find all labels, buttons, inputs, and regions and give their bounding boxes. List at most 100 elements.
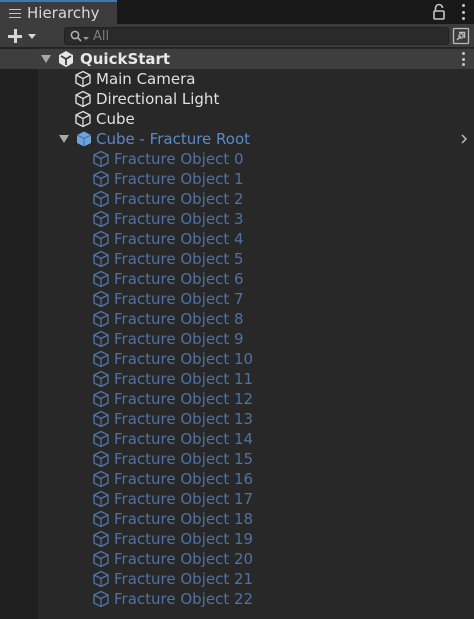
prefab-child-cube-icon — [93, 250, 109, 268]
hierarchy-child-label: Fracture Object 20 — [114, 550, 254, 568]
hierarchy-item[interactable]: Main Camera — [0, 69, 474, 89]
scene-label: QuickStart — [80, 50, 171, 68]
prefab-root-label: Cube - Fracture Root — [96, 130, 251, 148]
tab-bar: Hierarchy — [0, 0, 474, 24]
prefab-child-cube-icon — [93, 530, 109, 548]
hierarchy-child-item[interactable]: Fracture Object 3 — [0, 209, 474, 229]
list-icon — [9, 8, 21, 19]
hierarchy-child-item[interactable]: Fracture Object 10 — [0, 349, 474, 369]
gameobject-cube-icon — [75, 110, 91, 128]
hierarchy-child-item[interactable]: Fracture Object 6 — [0, 269, 474, 289]
hierarchy-child-item[interactable]: Fracture Object 18 — [0, 509, 474, 529]
hierarchy-child-item[interactable]: Fracture Object 15 — [0, 449, 474, 469]
hierarchy-child-label: Fracture Object 3 — [114, 210, 244, 228]
hierarchy-child-item[interactable]: Fracture Object 19 — [0, 529, 474, 549]
hierarchy-item-label: Cube — [96, 110, 135, 128]
prefab-child-cube-icon — [93, 350, 109, 368]
prefab-child-cube-icon — [93, 490, 109, 508]
hierarchy-child-item[interactable]: Fracture Object 14 — [0, 429, 474, 449]
prefab-child-cube-icon — [93, 170, 109, 188]
prefab-child-cube-icon — [93, 590, 109, 608]
search-input[interactable] — [93, 28, 448, 44]
prefab-child-cube-icon — [93, 190, 109, 208]
search-icon — [70, 30, 82, 42]
hierarchy-child-label: Fracture Object 13 — [114, 410, 254, 428]
hierarchy-item-label: Directional Light — [96, 90, 220, 108]
prefab-child-cube-icon — [93, 390, 109, 408]
prefab-child-cube-icon — [93, 450, 109, 468]
hierarchy-child-item[interactable]: Fracture Object 7 — [0, 289, 474, 309]
toolbar — [0, 24, 474, 48]
hierarchy-tree: QuickStart Main Camera Directional Light C… — [0, 48, 474, 619]
prefab-child-cube-icon — [93, 330, 109, 348]
hierarchy-item-label: Main Camera — [96, 70, 196, 88]
hierarchy-child-item[interactable]: Fracture Object 0 — [0, 149, 474, 169]
hierarchy-child-item[interactable]: Fracture Object 2 — [0, 189, 474, 209]
create-button[interactable] — [4, 26, 40, 46]
hierarchy-child-item[interactable]: Fracture Object 22 — [0, 589, 474, 609]
scene-menu-icon[interactable] — [460, 52, 466, 66]
lock-icon[interactable] — [432, 3, 446, 21]
prefab-root-row[interactable]: Cube - Fracture Root — [0, 129, 474, 149]
gameobject-cube-icon — [75, 90, 91, 108]
hierarchy-child-label: Fracture Object 17 — [114, 490, 254, 508]
search-field[interactable] — [64, 27, 449, 45]
prefab-child-cube-icon — [93, 430, 109, 448]
plus-icon — [7, 28, 23, 44]
prefab-child-cube-icon — [93, 270, 109, 288]
hierarchy-child-label: Fracture Object 12 — [114, 390, 254, 408]
hierarchy-child-label: Fracture Object 18 — [114, 510, 254, 528]
foldout-arrow-icon[interactable] — [41, 55, 51, 63]
hierarchy-child-item[interactable]: Fracture Object 16 — [0, 469, 474, 489]
prefab-child-cube-icon — [93, 510, 109, 528]
hierarchy-child-item[interactable]: Fracture Object 13 — [0, 409, 474, 429]
hierarchy-child-label: Fracture Object 5 — [114, 250, 244, 268]
search-options-icon[interactable] — [83, 36, 89, 40]
hierarchy-child-label: Fracture Object 16 — [114, 470, 254, 488]
hierarchy-child-label: Fracture Object 1 — [114, 170, 244, 188]
hierarchy-child-item[interactable]: Fracture Object 21 — [0, 569, 474, 589]
chevron-down-icon — [28, 33, 36, 39]
hierarchy-child-item[interactable]: Fracture Object 11 — [0, 369, 474, 389]
gameobject-cube-icon — [75, 70, 91, 88]
foldout-arrow-icon[interactable] — [59, 135, 69, 143]
hierarchy-child-item[interactable]: Fracture Object 8 — [0, 309, 474, 329]
prefab-child-cube-icon — [93, 210, 109, 228]
prefab-child-cube-icon — [93, 370, 109, 388]
prefab-child-cube-icon — [93, 570, 109, 588]
hierarchy-child-label: Fracture Object 21 — [114, 570, 254, 588]
scene-row[interactable]: QuickStart — [0, 49, 474, 69]
hierarchy-child-label: Fracture Object 11 — [114, 370, 254, 388]
hierarchy-child-item[interactable]: Fracture Object 12 — [0, 389, 474, 409]
hierarchy-child-label: Fracture Object 9 — [114, 330, 244, 348]
prefab-child-cube-icon — [93, 310, 109, 328]
kebab-menu-icon[interactable] — [460, 4, 466, 20]
hierarchy-item[interactable]: Directional Light — [0, 89, 474, 109]
prefab-child-cube-icon — [93, 150, 109, 168]
unity-logo-icon — [59, 51, 73, 67]
hierarchy-child-item[interactable]: Fracture Object 4 — [0, 229, 474, 249]
hierarchy-child-label: Fracture Object 15 — [114, 450, 254, 468]
scene-picker-icon[interactable] — [452, 27, 470, 45]
chevron-right-icon[interactable] — [460, 134, 468, 144]
prefab-child-cube-icon — [93, 230, 109, 248]
hierarchy-child-item[interactable]: Fracture Object 1 — [0, 169, 474, 189]
hierarchy-child-label: Fracture Object 2 — [114, 190, 244, 208]
tab-label: Hierarchy — [27, 4, 100, 22]
hierarchy-child-item[interactable]: Fracture Object 9 — [0, 329, 474, 349]
hierarchy-child-label: Fracture Object 6 — [114, 270, 244, 288]
hierarchy-child-item[interactable]: Fracture Object 5 — [0, 249, 474, 269]
prefab-child-cube-icon — [93, 470, 109, 488]
hierarchy-child-label: Fracture Object 14 — [114, 430, 254, 448]
hierarchy-child-label: Fracture Object 8 — [114, 310, 244, 328]
prefab-cube-icon — [76, 131, 92, 147]
hierarchy-item[interactable]: Cube — [0, 109, 474, 129]
hierarchy-child-item[interactable]: Fracture Object 20 — [0, 549, 474, 569]
hierarchy-child-label: Fracture Object 10 — [114, 350, 254, 368]
hierarchy-child-item[interactable]: Fracture Object 17 — [0, 489, 474, 509]
hierarchy-child-label: Fracture Object 22 — [114, 590, 254, 608]
hierarchy-child-label: Fracture Object 7 — [114, 290, 244, 308]
hierarchy-child-label: Fracture Object 0 — [114, 150, 244, 168]
tab-hierarchy[interactable]: Hierarchy — [0, 0, 117, 24]
hierarchy-child-label: Fracture Object 4 — [114, 230, 244, 248]
